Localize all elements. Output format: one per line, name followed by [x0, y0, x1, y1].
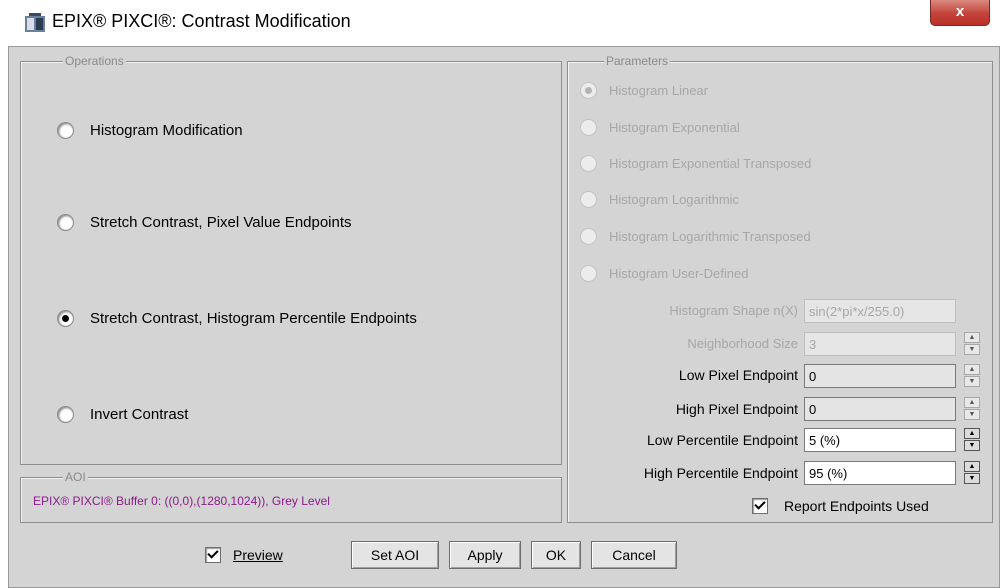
report-endpoints-checkbox[interactable] [752, 498, 768, 514]
operations-legend: Operations [63, 53, 126, 69]
spin-up-icon[interactable]: ▲ [964, 397, 980, 408]
spin-down-icon[interactable]: ▼ [964, 440, 980, 451]
low-percentile-endpoint-field[interactable] [804, 428, 956, 452]
set-aoi-button[interactable]: Set AOI [351, 541, 439, 569]
radio-button[interactable] [57, 122, 74, 139]
preview-checkbox[interactable] [205, 547, 221, 563]
high-pixel-endpoint-field[interactable] [804, 397, 956, 421]
close-button[interactable]: x [930, 0, 990, 26]
spin-down-icon[interactable]: ▼ [964, 376, 980, 387]
radio-button[interactable] [580, 191, 597, 208]
operation-option-histogram-modification[interactable]: Histogram Modification [57, 122, 243, 139]
spin-up-icon[interactable]: ▲ [964, 332, 980, 343]
radio-button[interactable] [580, 119, 597, 136]
operation-label: Histogram Modification [90, 122, 243, 139]
operation-option-invert-contrast[interactable]: Invert Contrast [57, 406, 188, 423]
apply-button[interactable]: Apply [449, 541, 521, 569]
param-label: Histogram User-Defined [609, 266, 749, 281]
histogram-shape-label: Histogram Shape n(X) [669, 303, 798, 318]
param-option-histogram-logarithmic[interactable]: Histogram Logarithmic [580, 191, 739, 208]
low-pixel-endpoint-field[interactable] [804, 364, 956, 388]
high-percentile-endpoint-field[interactable] [804, 461, 956, 485]
param-option-histogram-user-defined[interactable]: Histogram User-Defined [580, 265, 748, 282]
radio-button-selected[interactable] [57, 310, 74, 327]
param-label: Histogram Exponential Transposed [609, 156, 812, 171]
spin-up-icon[interactable]: ▲ [964, 428, 980, 439]
operation-label: Stretch Contrast, Histogram Percentile E… [90, 310, 417, 327]
param-label: Histogram Logarithmic Transposed [609, 229, 811, 244]
app-icon [25, 13, 45, 32]
param-option-histogram-exponential-transposed[interactable]: Histogram Exponential Transposed [580, 155, 811, 172]
report-endpoints-checkbox-row[interactable]: Report Endpoints Used [752, 498, 929, 514]
param-option-histogram-exponential[interactable]: Histogram Exponential [580, 119, 740, 136]
radio-button[interactable] [580, 228, 597, 245]
window-title: EPIX® PIXCI®: Contrast Modification [52, 11, 351, 31]
high-percentile-endpoint-label: High Percentile Endpoint [643, 465, 798, 481]
aoi-description: EPIX® PIXCI® Buffer 0: ((0,0),(1280,1024… [33, 494, 330, 508]
report-endpoints-label: Report Endpoints Used [784, 498, 929, 514]
operations-group: Operations Histogram Modification Stretc… [20, 53, 562, 465]
parameters-group: Parameters Histogram Linear Histogram Ex… [567, 53, 993, 523]
param-label: Histogram Exponential [609, 120, 740, 135]
param-label: Histogram Linear [609, 83, 708, 98]
radio-button[interactable] [57, 406, 74, 423]
cancel-button[interactable]: Cancel [591, 541, 677, 569]
high-pixel-endpoint-spinner[interactable]: ▲ ▼ [964, 397, 980, 421]
operation-option-stretch-percentile[interactable]: Stretch Contrast, Histogram Percentile E… [57, 310, 417, 327]
radio-button-selected[interactable] [580, 82, 597, 99]
neighborhood-size-label: Neighborhood Size [687, 336, 798, 351]
operation-label: Invert Contrast [90, 406, 189, 423]
operation-option-stretch-pixel[interactable]: Stretch Contrast, Pixel Value Endpoints [57, 214, 352, 231]
preview-label: Preview [233, 547, 283, 563]
spin-down-icon[interactable]: ▼ [964, 409, 980, 420]
radio-button[interactable] [57, 214, 74, 231]
low-pixel-endpoint-spinner[interactable]: ▲ ▼ [964, 364, 980, 388]
low-percentile-endpoint-spinner[interactable]: ▲ ▼ [964, 428, 980, 452]
ok-button[interactable]: OK [531, 541, 581, 569]
neighborhood-size-field[interactable] [804, 332, 956, 356]
high-pixel-endpoint-label: High Pixel Endpoint [675, 401, 798, 417]
aoi-group: AOI EPIX® PIXCI® Buffer 0: ((0,0),(1280,… [20, 469, 562, 523]
spin-up-icon[interactable]: ▲ [964, 461, 980, 472]
param-label: Histogram Logarithmic [609, 192, 740, 207]
high-percentile-endpoint-spinner[interactable]: ▲ ▼ [964, 461, 980, 485]
radio-button[interactable] [580, 265, 597, 282]
dialog-body: Operations Histogram Modification Stretc… [8, 46, 1000, 588]
preview-checkbox-row[interactable]: Preview [205, 547, 283, 563]
param-option-histogram-logarithmic-transposed[interactable]: Histogram Logarithmic Transposed [580, 228, 811, 245]
low-pixel-endpoint-label: Low Pixel Endpoint [678, 367, 798, 383]
operation-label: Stretch Contrast, Pixel Value Endpoints [90, 214, 352, 231]
spin-down-icon[interactable]: ▼ [964, 473, 980, 484]
spin-up-icon[interactable]: ▲ [964, 364, 980, 375]
low-percentile-endpoint-label: Low Percentile Endpoint [647, 432, 798, 448]
parameters-legend: Parameters [604, 53, 671, 69]
title-bar: EPIX® PIXCI®: Contrast Modification x [0, 0, 1006, 44]
param-option-histogram-linear[interactable]: Histogram Linear [580, 82, 708, 99]
neighborhood-size-spinner[interactable]: ▲ ▼ [964, 332, 980, 356]
radio-button[interactable] [580, 155, 597, 172]
spin-down-icon[interactable]: ▼ [964, 344, 980, 355]
aoi-legend: AOI [63, 469, 88, 485]
histogram-shape-field[interactable] [804, 299, 956, 323]
